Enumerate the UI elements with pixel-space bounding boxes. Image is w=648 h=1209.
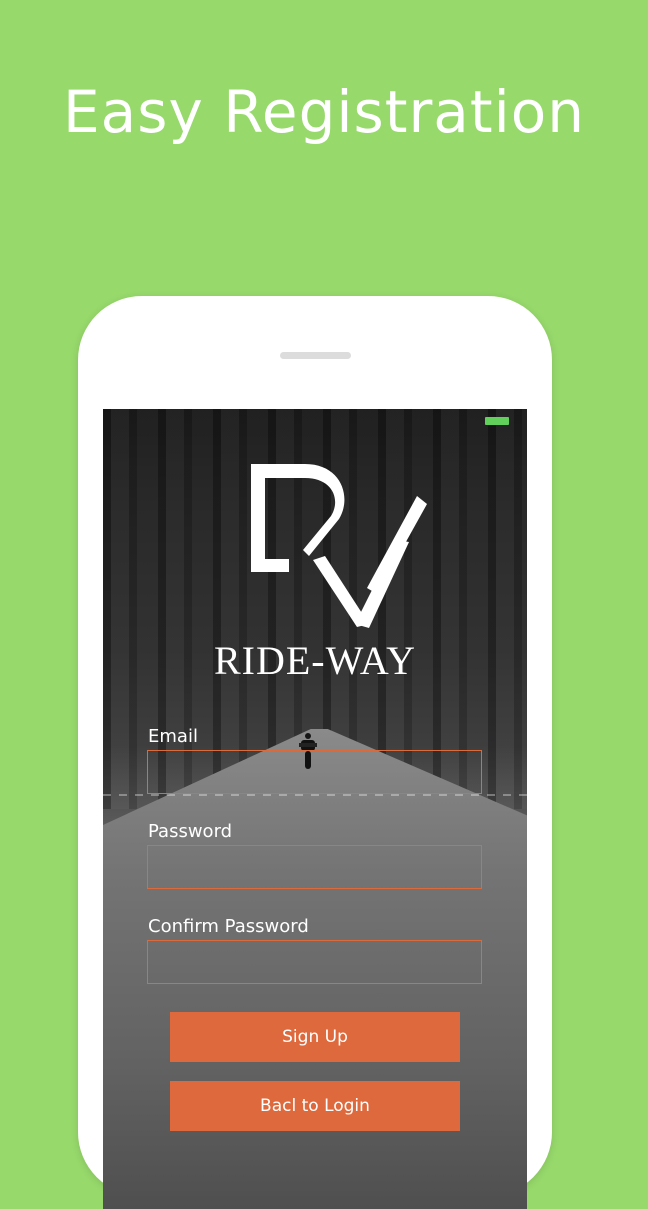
confirm-password-label: Confirm Password — [148, 916, 309, 937]
email-label: Email — [148, 726, 198, 747]
road-markings — [103, 794, 527, 796]
back-to-login-button[interactable]: Bacl to Login — [170, 1081, 460, 1131]
app-screen: RIDE-WAY Email Password Confirm Password… — [103, 409, 527, 1209]
password-label: Password — [148, 821, 233, 842]
battery-icon — [485, 417, 509, 425]
brand-name: RIDE-WAY — [213, 638, 417, 683]
rw-logo-icon — [251, 464, 427, 628]
confirm-password-field[interactable] — [147, 940, 482, 984]
headline: Easy Registration — [63, 78, 585, 146]
password-field[interactable] — [147, 845, 482, 889]
email-field[interactable] — [147, 750, 482, 794]
phone-speaker — [280, 352, 351, 359]
sign-up-button[interactable]: Sign Up — [170, 1012, 460, 1062]
phone-mockup: RIDE-WAY Email Password Confirm Password… — [78, 296, 552, 1209]
